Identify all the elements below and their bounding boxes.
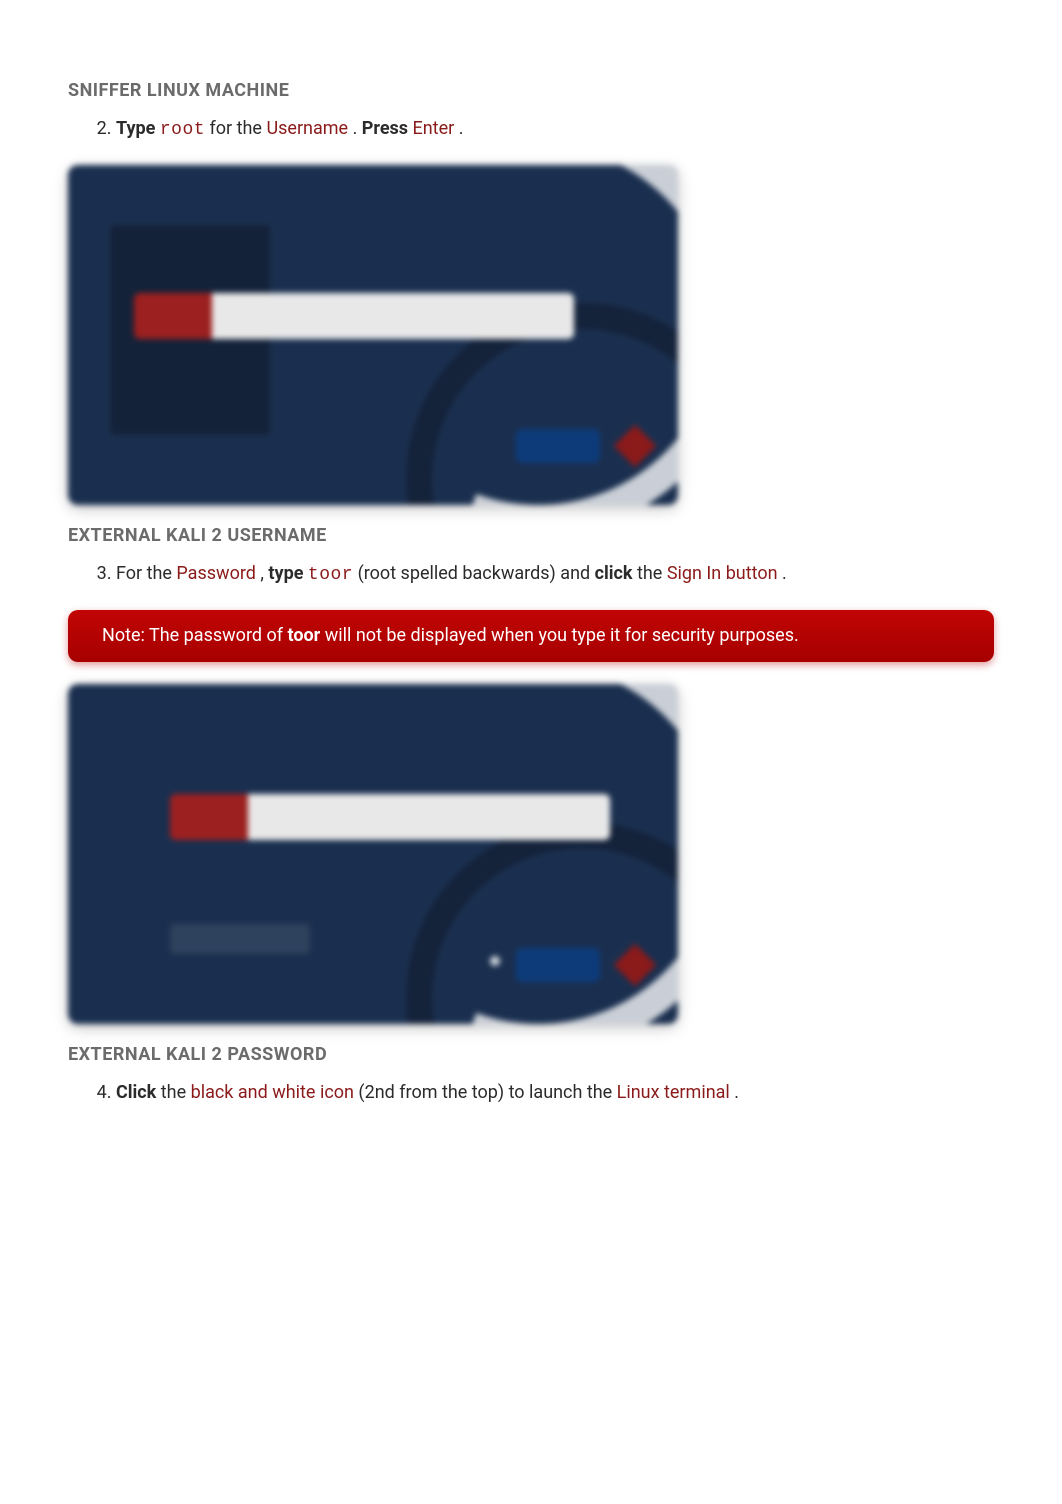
indicator-dot-icon <box>490 956 500 966</box>
terminal-red: Linux terminal <box>617 1082 730 1103</box>
for-the-3: For the <box>116 563 176 584</box>
bwicon-red: black and white icon <box>191 1082 354 1103</box>
step-list-a: Type root for the Username . Press Enter… <box>68 115 994 145</box>
the: the <box>637 563 667 584</box>
for-the: for the <box>210 118 267 139</box>
password-field <box>170 794 610 840</box>
next-button <box>516 429 600 463</box>
field-tag-2 <box>170 794 248 840</box>
dot3: . <box>782 563 787 584</box>
step-4: Click the black and white icon (2nd from… <box>116 1079 994 1107</box>
press-bold: Press <box>362 118 408 139</box>
note-banner: Note: The password of toor will not be d… <box>68 610 994 662</box>
field-tag <box>134 293 212 339</box>
username-field <box>134 293 574 339</box>
signin-red: Sign In button <box>667 563 778 584</box>
root-code: root <box>160 120 205 140</box>
step-3: For the Password , type toor (root spell… <box>116 560 994 590</box>
password-red: Password <box>176 563 256 584</box>
toor-code: toor <box>308 565 353 585</box>
click-bold-4: Click <box>116 1082 156 1103</box>
dot4: . <box>734 1082 739 1103</box>
root-back: (root spelled backwards) and <box>358 563 595 584</box>
username-red: Username <box>266 118 348 139</box>
field-input-2 <box>248 794 610 840</box>
password-label-area <box>170 924 310 954</box>
field-input <box>212 293 574 339</box>
click-bold: click <box>595 563 633 584</box>
screenshot-username <box>68 165 678 505</box>
caption-password: EXTERNAL KALI 2 PASSWORD <box>68 1044 994 1065</box>
dot: . <box>353 118 362 139</box>
screenshot-password <box>68 684 678 1024</box>
note-toor: toor <box>287 625 320 646</box>
enter-red: Enter <box>413 118 455 139</box>
type-bold-3: type <box>268 563 303 584</box>
step-list-c: Click the black and white icon (2nd from… <box>68 1079 994 1107</box>
type-bold: Type <box>116 118 155 139</box>
step-2: Type root for the Username . Press Enter… <box>116 115 994 145</box>
the1: the <box>161 1082 191 1103</box>
middle: (2nd from the top) to launch the <box>358 1082 616 1103</box>
caption-username: EXTERNAL KALI 2 USERNAME <box>68 525 994 546</box>
step-list-b: For the Password , type toor (root spell… <box>68 560 994 590</box>
signin-button <box>516 948 600 982</box>
note-suffix: will not be displayed when you type it f… <box>325 625 799 646</box>
dot2: . <box>459 118 464 139</box>
note-prefix: Note: The password of <box>102 625 287 646</box>
caption-sniffer: SNIFFER LINUX MACHINE <box>68 80 994 101</box>
